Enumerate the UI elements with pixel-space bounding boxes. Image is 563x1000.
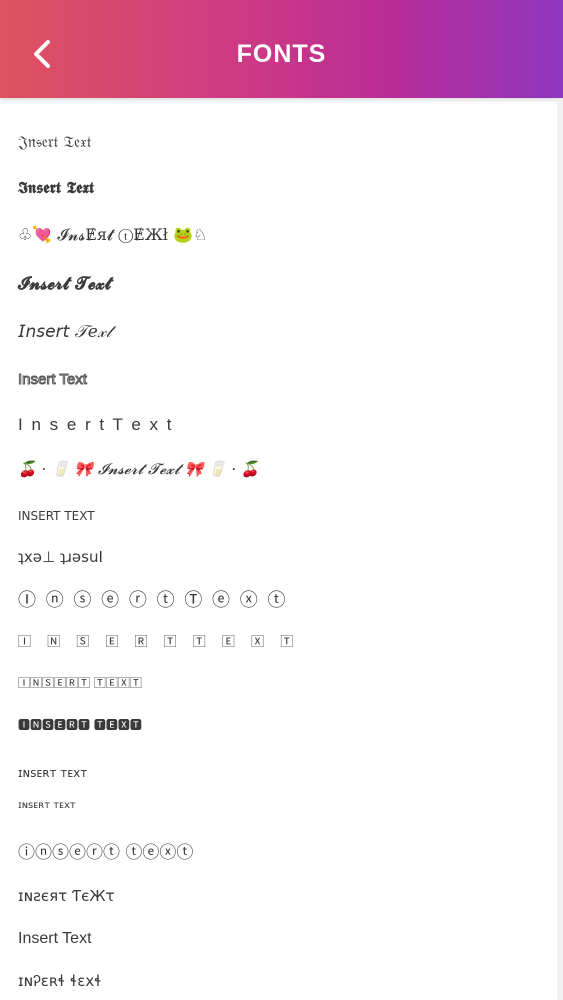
font-style-item[interactable]: INSERT TEXT: [18, 499, 95, 533]
font-style-item[interactable]: 𝕴𝖓𝖘𝖊𝖗𝖙 𝕿𝖊𝖝𝖙: [18, 171, 94, 205]
font-style-item[interactable]: ɪɴsᴇʀᴛ ᴛᴇxᴛ: [18, 789, 76, 823]
font-style-item[interactable]: 🄸 🄽 🅂 🄴 🅁 🅃 🅃 🄴 🅇 🅃: [18, 626, 299, 660]
font-style-item[interactable]: I n s e r t T e x t: [18, 408, 173, 442]
font-style-item[interactable]: Inѕert Text: [18, 922, 92, 956]
font-style-item[interactable]: ɪɴꜱᴇʀᴛ ᴛᴇxᴛ: [18, 756, 87, 790]
font-style-item[interactable]: Ⓘ ⓝ ⓢ ⓔ ⓡ ⓣ Ⓣ ⓔ ⓧ ⓣ: [18, 584, 288, 618]
scrollbar[interactable]: [557, 100, 563, 1000]
font-style-item[interactable]: ⓘⓝⓢⓔⓡⓣ ⓣⓔⓧⓣ: [18, 836, 193, 870]
font-style-item[interactable]: ɪɴᎮɛʀɬ ɬɛxɬ: [18, 964, 102, 998]
font-style-item[interactable]: 𝓘𝓷𝓼𝓮𝓻𝓽 𝓣𝓮𝔁𝓽: [18, 267, 111, 301]
font-style-item[interactable]: ʇxǝ⊥ ʇɹǝsuI: [18, 540, 103, 574]
font-style-item[interactable]: 🄸🄽🅂🄴🅁🅃 🅃🄴🅇🅃: [18, 666, 142, 700]
page-title: FONTS: [236, 40, 327, 68]
font-style-item[interactable]: 🍒 · 🥛 🎀 𝓘𝓷𝓼𝓮𝓻𝓽 𝓣𝓮𝔁𝓽 🎀 🥛 · 🍒: [18, 452, 260, 486]
app-header: FONTS: [0, 0, 563, 98]
font-style-item[interactable]: 🅸🅽🆂🅴🆁🆃 🆃🅴🆇🆃: [18, 708, 142, 742]
font-style-item[interactable]: 𝘐𝘯𝘴𝘦𝘳𝘵 𝒯𝑒𝓍𝓉: [18, 315, 112, 349]
font-style-item[interactable]: ♧💘 𝓘𝓷𝓼Ɇя𝓽 ⓣɆЖł 🐸♘: [18, 218, 207, 252]
font-style-item[interactable]: 𝔍𝔫𝔰𝔢𝔯𝔱 𝔗𝔢𝔵𝔱: [18, 125, 92, 159]
font-style-item[interactable]: ɪɴƨєяτ ƬєЖτ: [18, 879, 115, 913]
font-style-item[interactable]: Insert Text: [18, 363, 88, 397]
